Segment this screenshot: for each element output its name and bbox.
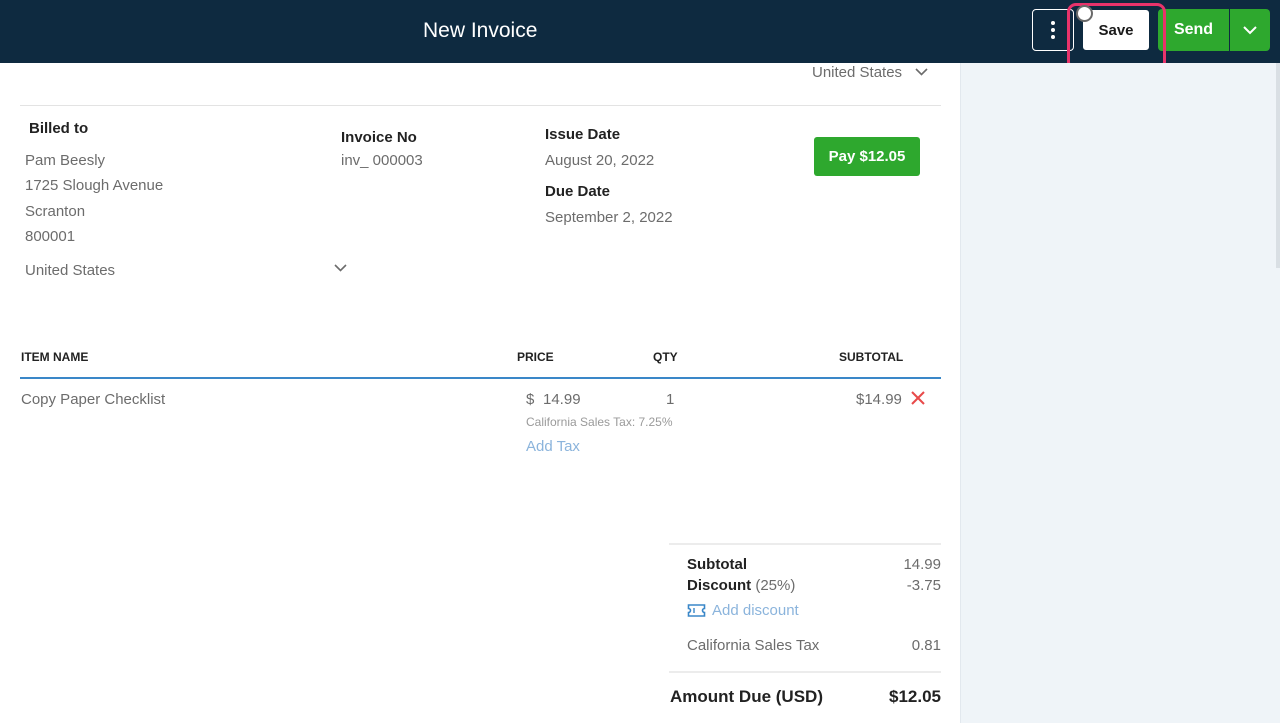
company-country-select[interactable]: United States [812, 64, 902, 81]
discount-value: -3.75 [906, 577, 941, 594]
chevron-down-icon[interactable] [915, 68, 928, 77]
column-header-price: PRICE [517, 350, 554, 364]
due-date-label: Due Date [545, 183, 611, 200]
qty-field[interactable]: 1 [666, 391, 674, 408]
chevron-down-icon [1243, 25, 1257, 34]
client-city[interactable]: Scranton [25, 203, 85, 220]
save-button[interactable]: Save [1082, 9, 1150, 51]
issue-date-label: Issue Date [545, 126, 621, 143]
tax-note: California Sales Tax: 7.25% [526, 415, 673, 429]
column-header-item: ITEM NAME [21, 350, 89, 364]
divider [669, 543, 941, 545]
column-header-subtotal: SUBTOTAL [839, 350, 904, 364]
invoice-no-label: Invoice No [341, 129, 417, 146]
top-bar: New Invoice Save Send [0, 0, 1280, 63]
more-options-button[interactable] [1032, 9, 1074, 51]
pay-button[interactable]: Pay $12.05 [814, 137, 920, 176]
vertical-dots-icon [1051, 21, 1055, 39]
discount-percent: (25%) [755, 577, 796, 594]
column-header-qty: QTY [653, 350, 678, 364]
add-tax-link[interactable]: Add Tax [526, 438, 580, 455]
ticket-icon [687, 604, 706, 617]
client-country-select[interactable]: United States [25, 262, 115, 279]
amount-due-label: Amount Due (USD) [670, 687, 823, 706]
subtotal-label: Subtotal [687, 556, 747, 573]
billed-to-label: Billed to [29, 120, 89, 137]
price-field[interactable]: 14.99 [543, 391, 581, 408]
discount-label: Discount [687, 577, 752, 594]
page-title: New Invoice [423, 19, 538, 42]
add-discount-link[interactable]: Add discount [687, 602, 799, 619]
client-zip[interactable]: 800001 [25, 228, 75, 245]
close-icon[interactable] [910, 390, 926, 406]
send-button[interactable]: Send [1158, 9, 1229, 51]
sales-tax-value: 0.81 [911, 637, 941, 654]
due-date-field[interactable]: September 2, 2022 [545, 209, 673, 226]
send-options-button[interactable] [1230, 9, 1270, 51]
add-discount-label: Add discount [712, 602, 799, 619]
discount-label-group: Discount (25%) [687, 577, 795, 594]
item-name-field[interactable]: Copy Paper Checklist [21, 391, 165, 408]
amount-due-value: $12.05 [889, 687, 941, 706]
client-address[interactable]: 1725 Slough Avenue [25, 177, 163, 194]
divider [20, 105, 941, 106]
table-header-divider [20, 377, 941, 379]
issue-date-field[interactable]: August 20, 2022 [545, 152, 654, 169]
side-panel [960, 63, 1280, 723]
invoice-number-field[interactable]: inv_ 000003 [341, 152, 423, 169]
row-subtotal: $14.99 [856, 391, 902, 408]
divider [669, 671, 941, 673]
currency-symbol: $ [526, 391, 535, 408]
sales-tax-label: California Sales Tax [687, 637, 820, 654]
chevron-down-icon[interactable] [334, 264, 347, 273]
subtotal-value: 14.99 [903, 556, 941, 573]
client-name[interactable]: Pam Beesly [25, 152, 105, 169]
scrollbar[interactable] [1276, 63, 1280, 268]
